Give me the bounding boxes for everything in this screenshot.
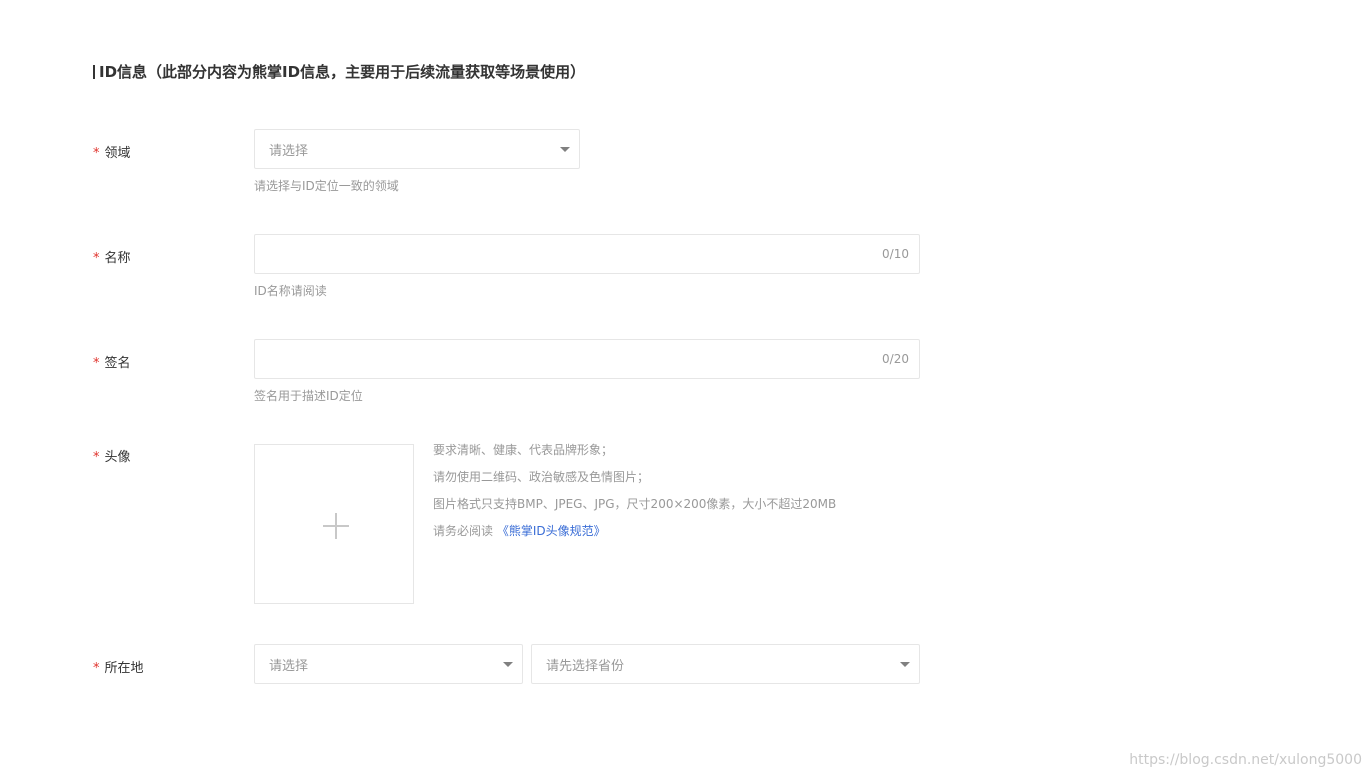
avatar-upload-button[interactable] [254, 444, 414, 604]
domain-select[interactable]: 请选择 [254, 129, 580, 169]
avatar-note: 请勿使用二维码、政治敏感及色情图片； [433, 470, 650, 484]
domain-hint: 请选择与ID定位一致的领域 [254, 179, 399, 193]
plus-icon-vertical [335, 513, 337, 539]
section-title: ID信息（此部分内容为熊掌ID信息，主要用于后续流量获取等场景使用） [93, 61, 585, 82]
required-mark: * [93, 661, 100, 676]
chevron-down-icon [900, 661, 910, 667]
domain-label-text: 领域 [104, 146, 131, 161]
location-label: * 所在地 [93, 657, 144, 676]
chevron-down-icon [503, 661, 513, 667]
signature-label: * 签名 [93, 352, 131, 371]
name-label: * 名称 [93, 247, 131, 266]
signature-char-counter: 0/20 [882, 352, 909, 366]
domain-select-placeholder: 请选择 [269, 143, 309, 159]
name-label-text: 名称 [104, 251, 131, 266]
avatar-label: * 头像 [93, 446, 131, 465]
watermark: https://blog.csdn.net/xulong5000 [1129, 752, 1362, 768]
required-mark: * [93, 146, 100, 161]
city-select-placeholder: 请先选择省份 [546, 658, 625, 674]
section-title-text: ID信息（此部分内容为熊掌ID信息，主要用于后续流量获取等场景使用） [99, 63, 586, 81]
required-mark: * [93, 356, 100, 371]
name-input-box: 0/10 [254, 234, 920, 274]
signature-input[interactable] [255, 340, 883, 378]
avatar-read-note: 请务必阅读 《熊掌ID头像规范》 [433, 524, 836, 551]
name-hint: ID名称请阅读 [254, 284, 327, 298]
title-bar [93, 64, 95, 79]
signature-label-text: 签名 [104, 356, 131, 371]
chevron-down-icon [560, 146, 570, 152]
avatar-requirements: 要求清晰、健康、代表品牌形象； 请勿使用二维码、政治敏感及色情图片； 图片格式只… [433, 443, 836, 551]
avatar-note: 图片格式只支持BMP、JPEG、JPG，尺寸200×200像素，大小不超过20M… [433, 497, 837, 511]
avatar-label-text: 头像 [104, 450, 131, 465]
province-select[interactable]: 请选择 [254, 644, 523, 684]
name-char-counter: 0/10 [882, 247, 909, 261]
signature-hint: 签名用于描述ID定位 [254, 389, 363, 403]
avatar-note: 要求清晰、健康、代表品牌形象； [433, 443, 614, 457]
avatar-read-prefix: 请务必阅读 [433, 524, 494, 538]
avatar-guideline-link[interactable]: 《熊掌ID头像规范》 [497, 524, 606, 538]
domain-label: * 领域 [93, 142, 131, 161]
required-mark: * [93, 251, 100, 266]
location-label-text: 所在地 [104, 661, 144, 676]
page: ID信息（此部分内容为熊掌ID信息，主要用于后续流量获取等场景使用） * 领域 请… [0, 0, 1370, 779]
required-mark: * [93, 450, 100, 465]
name-input[interactable] [255, 235, 883, 273]
signature-input-box: 0/20 [254, 339, 920, 379]
city-select[interactable]: 请先选择省份 [531, 644, 920, 684]
province-select-placeholder: 请选择 [269, 658, 309, 674]
